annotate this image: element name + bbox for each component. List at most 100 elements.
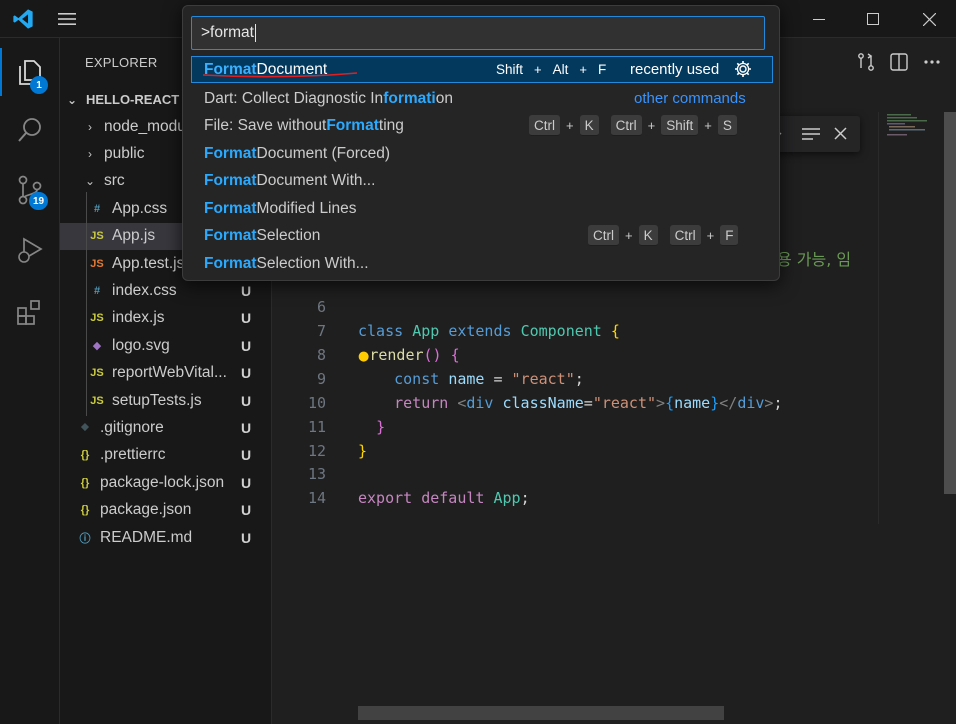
source-control-badge: 19 <box>29 192 49 210</box>
command-label-rest: on <box>435 89 453 107</box>
explorer-item[interactable]: ⓘ README.md U <box>60 524 271 551</box>
explorer-item-label: setupTests.js <box>112 391 202 409</box>
explorer-item-label: reportWebVital... <box>112 364 227 382</box>
code-line: 13 export default App; <box>272 438 878 507</box>
code-line: 10 } <box>272 367 878 436</box>
file-type-icon: JS <box>90 394 104 407</box>
command-item[interactable]: File: Save without Format ting Ctrl + K Ctrl +… <box>191 112 773 139</box>
file-type-icon: ◆ <box>92 340 102 353</box>
search-activity-button[interactable] <box>0 106 60 154</box>
keybinding-key: Ctrl <box>669 225 701 246</box>
explorer-item[interactable]: JS reportWebVital... U <box>60 360 271 387</box>
code-line: 8 const name = "react"; <box>272 319 878 388</box>
key-separator: + <box>534 62 542 77</box>
explorer-item[interactable]: JS index.js U <box>60 305 271 332</box>
keybinding-key: Ctrl <box>529 115 560 136</box>
active-indicator <box>0 48 2 96</box>
keybinding-key: K <box>579 115 599 136</box>
key-separator: + <box>704 118 712 133</box>
git-status-badge: U <box>241 502 252 519</box>
command-item[interactable]: Format Modified Lines <box>191 195 773 222</box>
explorer-item-label: logo.svg <box>112 336 170 354</box>
command-label-rest: Document With... <box>256 171 376 189</box>
command-item[interactable]: Format Document (Forced) <box>191 140 773 167</box>
command-label-rest: Document (Forced) <box>256 144 391 162</box>
key-separator: + <box>579 62 587 77</box>
keybinding: Shift + Alt + F <box>491 59 611 80</box>
close-find-icon[interactable] <box>834 127 847 140</box>
command-label-match: Format <box>326 116 379 134</box>
vscode-logo-icon <box>13 9 33 29</box>
explorer-item[interactable]: {} package-lock.json U <box>60 469 271 496</box>
keybinding-key: S <box>717 115 737 136</box>
keybinding: Ctrl + K Ctrl + F <box>588 225 739 246</box>
file-type-icon: # <box>93 284 101 297</box>
menu-icon[interactable] <box>56 10 78 28</box>
command-label-match: Format <box>204 171 257 189</box>
git-status-badge: U <box>241 474 252 491</box>
explorer-item[interactable]: {} package.json U <box>60 497 271 524</box>
extensions-icon <box>17 300 40 325</box>
keybinding-key: Shift <box>661 115 699 136</box>
keybinding: Ctrl + K Ctrl + Shift + S <box>529 115 737 136</box>
code-line: 11 } <box>272 391 878 460</box>
split-editor-icon[interactable] <box>889 52 909 72</box>
minimap[interactable] <box>878 112 944 524</box>
file-type-icon: JS <box>90 257 104 270</box>
command-item[interactable]: Format Selection Ctrl + K Ctrl + F <box>191 222 773 249</box>
keybinding-key: Ctrl <box>610 115 642 136</box>
file-type-icon: ⓘ <box>79 532 91 545</box>
run-debug-activity-button[interactable] <box>0 226 60 274</box>
command-palette-input[interactable]: >format <box>191 16 765 50</box>
command-label-rest: Selection <box>256 226 321 244</box>
explorer-item-label: public <box>104 144 145 162</box>
close-icon <box>922 12 936 26</box>
code-line: 7 ●render() { <box>272 295 878 364</box>
command-label-prefix: Dart: Collect Diagnostic In <box>204 89 384 107</box>
command-item[interactable]: Dart: Collect Diagnostic In formati on othe… <box>191 85 773 112</box>
explorer-item[interactable]: ⬥ .gitignore U <box>60 414 271 441</box>
minimize-button[interactable] <box>796 0 842 38</box>
close-window-button[interactable] <box>906 0 952 38</box>
compare-changes-icon[interactable] <box>856 52 876 72</box>
command-item[interactable]: Format Selection With... <box>191 250 773 277</box>
maximize-icon <box>867 13 879 25</box>
command-palette: >format Format Document Shift + Alt + Frecent… <box>182 5 780 281</box>
explorer-item[interactable]: {} .prettierrc U <box>60 442 271 469</box>
maximize-button[interactable] <box>850 0 896 38</box>
code-line: 9 return <div className="react">{name}</… <box>272 343 878 412</box>
explorer-item[interactable]: # index.css U <box>60 277 271 304</box>
minimap-preview <box>887 114 927 136</box>
gear-icon[interactable] <box>734 60 752 78</box>
file-type-icon: JS <box>90 312 104 325</box>
extensions-activity-button[interactable] <box>0 288 60 336</box>
file-type-icon: {} <box>80 504 90 517</box>
command-query: >format <box>201 24 254 41</box>
vertical-scrollbar[interactable] <box>944 112 956 494</box>
run-debug-icon <box>18 237 43 263</box>
explorer-item-label: index.js <box>112 309 165 327</box>
key-separator: + <box>566 118 574 133</box>
other-commands-label: other commands <box>634 90 746 107</box>
code-line: 14 <box>272 462 878 507</box>
chevron-right-icon: › <box>88 146 92 161</box>
minimize-icon <box>813 19 825 20</box>
explorer-item[interactable]: JS setupTests.js U <box>60 387 271 414</box>
explorer-activity-button[interactable]: 1 <box>0 48 60 96</box>
explorer-item[interactable]: ◆ logo.svg U <box>60 332 271 359</box>
explorer-badge: 1 <box>30 76 48 94</box>
code-line: 12 <box>272 415 878 460</box>
command-label-match: formati <box>383 89 436 107</box>
red-underline-annotation <box>202 72 358 78</box>
horizontal-scrollbar[interactable] <box>358 706 724 720</box>
command-item[interactable]: Format Document With... <box>191 167 773 194</box>
command-label-match: Format <box>204 199 257 217</box>
source-control-activity-button[interactable]: 19 <box>0 166 60 214</box>
chevron-down-icon: ⌄ <box>66 92 78 107</box>
find-in-selection-icon[interactable] <box>802 127 820 141</box>
keybinding-key: F <box>597 62 607 77</box>
command-label-match: Format <box>204 144 257 162</box>
command-label-match: Format <box>204 254 257 272</box>
more-actions-icon[interactable] <box>922 52 942 72</box>
search-icon <box>18 118 41 142</box>
